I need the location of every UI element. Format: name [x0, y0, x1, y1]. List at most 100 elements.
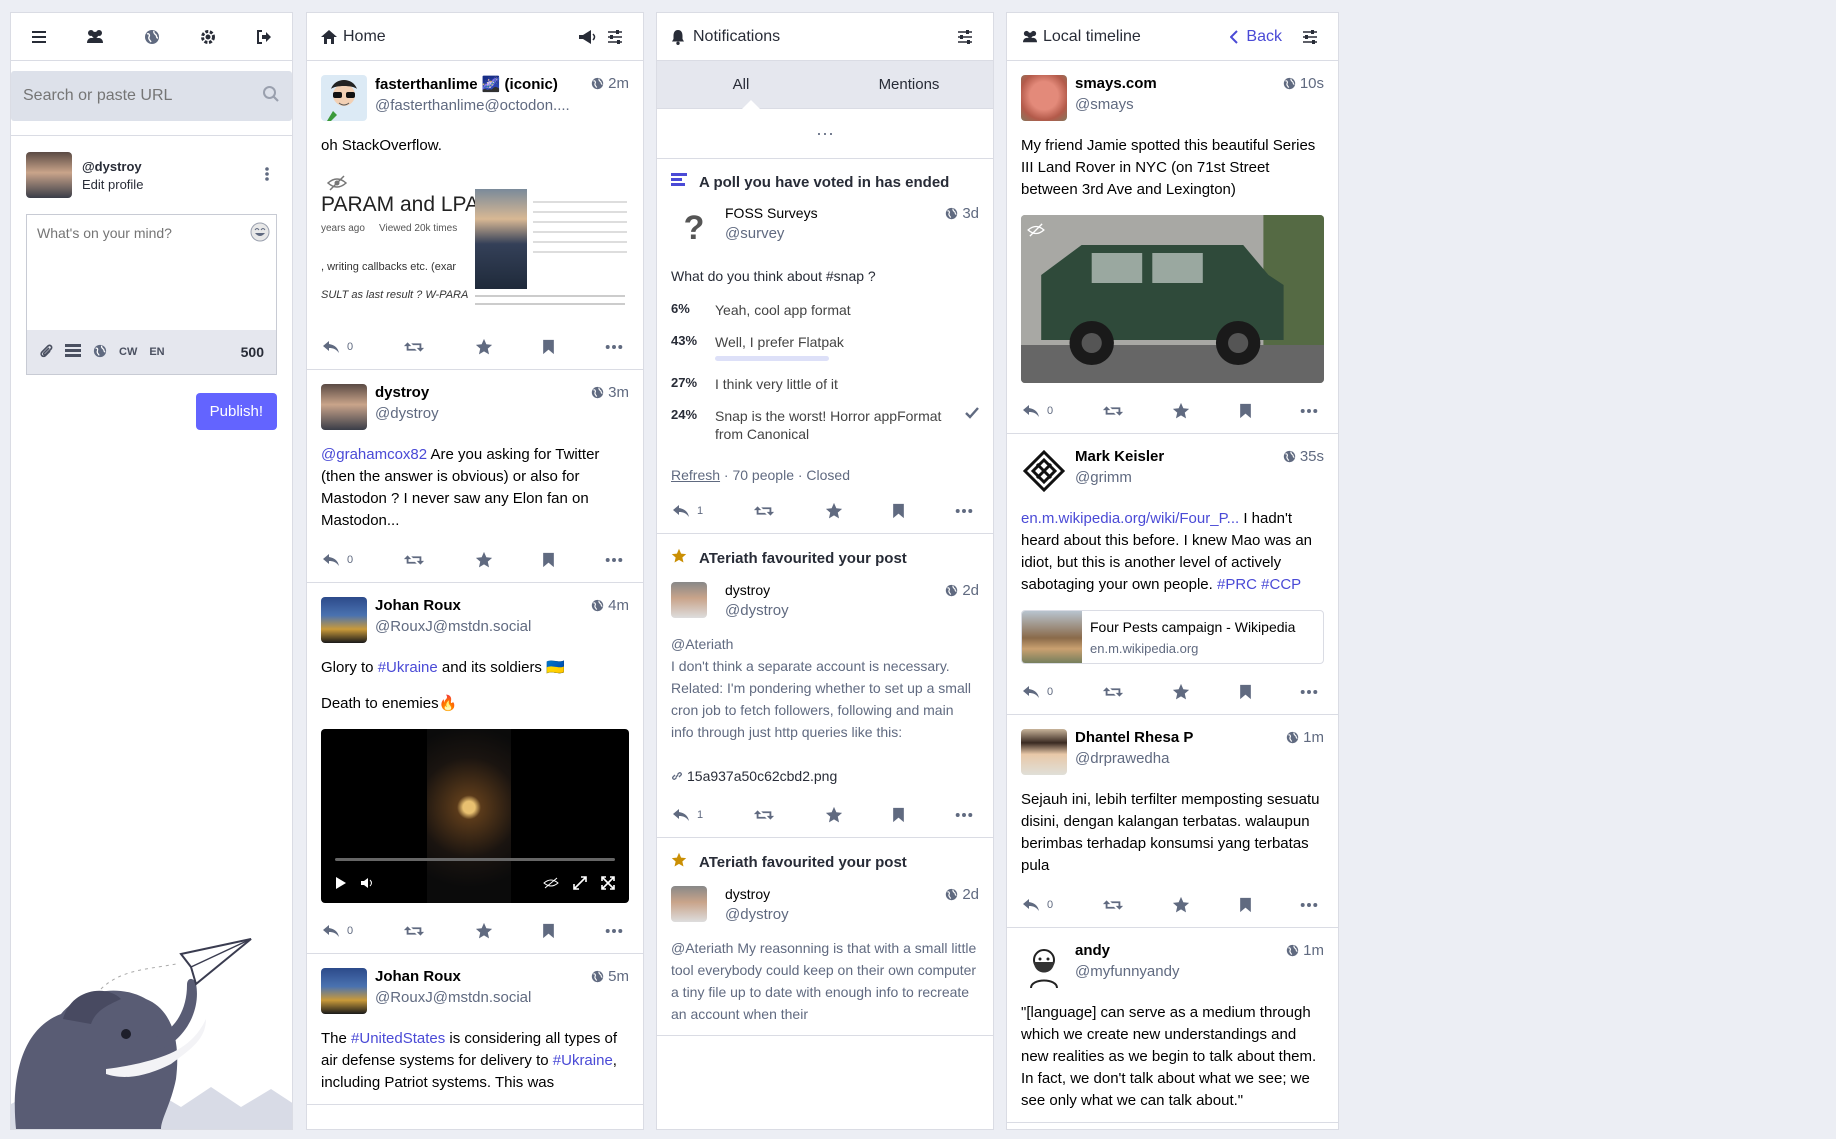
bookmark-button[interactable]	[892, 503, 905, 519]
favourite-button[interactable]	[1172, 402, 1190, 420]
column-title[interactable]: Local timeline	[1043, 28, 1230, 46]
reply-button[interactable]: 0	[321, 339, 353, 355]
search-input[interactable]	[23, 87, 262, 105]
hide-media-icon[interactable]	[1027, 223, 1045, 242]
back-button[interactable]: Back	[1230, 28, 1282, 46]
attachment-link[interactable]: 15a937a50c62cbd2.png	[671, 765, 979, 787]
avatar[interactable]	[321, 968, 367, 1014]
favourite-button[interactable]	[475, 551, 493, 569]
poll-icon[interactable]	[65, 343, 81, 361]
mention-link[interactable]: @grahamcox82	[321, 446, 427, 463]
column-title[interactable]: Home	[343, 28, 573, 46]
hide-media-icon[interactable]	[326, 175, 348, 196]
load-more-button[interactable]: ···	[657, 109, 993, 159]
bookmark-button[interactable]	[892, 807, 905, 823]
boost-button[interactable]	[753, 503, 775, 519]
boost-button[interactable]	[1102, 897, 1124, 913]
volume-icon[interactable]	[361, 876, 375, 894]
account-handle[interactable]: @smays	[1075, 96, 1324, 113]
status[interactable]: dystroy @dystroy 3m @grahamcox82 Are you…	[307, 370, 643, 583]
language-button[interactable]: EN	[149, 346, 164, 358]
column-title[interactable]: Notifications	[693, 28, 951, 46]
account-handle[interactable]: @fasterthanlime@octodon....	[375, 97, 629, 114]
status[interactable]: Dhantel Rhesa P @drprawedha 1m Sejauh in…	[1007, 715, 1338, 928]
boost-button[interactable]	[1102, 684, 1124, 700]
account-handle[interactable]: @dystroy	[375, 405, 629, 422]
media-image[interactable]: PARAM and LPA years ago Viewed 20k times…	[321, 171, 629, 319]
account-handle[interactable]: @RouxJ@mstdn.social	[375, 989, 629, 1006]
favourite-button[interactable]	[475, 922, 493, 940]
video-progress-bar[interactable]	[335, 858, 615, 861]
status[interactable]: Mark Keisler @grimm 35s en.m.wikipedia.o…	[1007, 434, 1338, 715]
reply-button[interactable]: 0	[1021, 684, 1053, 700]
boost-button[interactable]	[403, 552, 425, 568]
bookmark-button[interactable]	[1239, 684, 1252, 700]
mention-link[interactable]: @Ateriath	[671, 940, 733, 956]
hashtag-link[interactable]: #UnitedStates	[351, 1030, 445, 1047]
avatar[interactable]	[321, 597, 367, 643]
bookmark-button[interactable]	[542, 552, 555, 568]
more-button[interactable]	[955, 508, 973, 514]
status[interactable]: Johan Roux @RouxJ@mstdn.social 4m Glory …	[307, 583, 643, 954]
publish-button[interactable]: Publish!	[195, 393, 277, 430]
reply-button[interactable]: 1	[671, 807, 703, 823]
avatar[interactable]	[321, 384, 367, 430]
status-timestamp[interactable]: 35s	[1283, 448, 1324, 465]
avatar[interactable]	[1021, 448, 1067, 494]
hashtag-link[interactable]: #Ukraine	[378, 659, 438, 676]
video-player[interactable]	[321, 729, 629, 903]
compose-textarea[interactable]	[27, 215, 276, 325]
display-name[interactable]: dystroy	[725, 886, 979, 902]
reply-button[interactable]: 1	[671, 503, 703, 519]
edit-profile-link[interactable]: Edit profile	[82, 177, 143, 192]
avatar[interactable]	[321, 75, 367, 121]
tab-all[interactable]: All	[657, 61, 825, 108]
display-name[interactable]: dystroy	[725, 582, 979, 598]
bookmark-button[interactable]	[1239, 403, 1252, 419]
people-icon[interactable]	[67, 13, 123, 60]
more-button[interactable]	[1300, 408, 1318, 414]
favourite-button[interactable]	[1172, 896, 1190, 914]
more-button[interactable]	[955, 812, 973, 818]
announcements-icon[interactable]	[573, 29, 601, 45]
status[interactable]: smays.com @smays 10s My friend Jamie spo…	[1007, 61, 1338, 434]
account-handle[interactable]: @drprawedha	[1075, 750, 1324, 767]
status[interactable]: Johan Roux @RouxJ@mstdn.social 5m The #U…	[307, 954, 643, 1105]
status-timestamp[interactable]: 10s	[1283, 75, 1324, 92]
boost-button[interactable]	[1102, 403, 1124, 419]
bookmark-button[interactable]	[542, 923, 555, 939]
kebab-menu-icon[interactable]	[265, 166, 269, 185]
favourite-notification[interactable]: ATeriath favourited your post dystroy @d…	[657, 838, 993, 1036]
mention-link[interactable]: @Ateriath	[671, 633, 979, 655]
status-timestamp[interactable]: 1m	[1286, 729, 1324, 746]
avatar[interactable]: ?	[671, 205, 717, 251]
account-handle[interactable]: @myfunnyandy	[1075, 963, 1324, 980]
favourite-notification[interactable]: ATeriath favourited your post dystroy @d…	[657, 534, 993, 838]
boost-button[interactable]	[403, 923, 425, 939]
gear-icon[interactable]	[180, 13, 236, 60]
favourite-button[interactable]	[1172, 683, 1190, 701]
account-handle[interactable]: @RouxJ@mstdn.social	[375, 618, 629, 635]
reply-button[interactable]: 0	[1021, 403, 1053, 419]
bookmark-button[interactable]	[542, 339, 555, 355]
tab-mentions[interactable]: Mentions	[825, 61, 993, 108]
logout-icon[interactable]	[236, 13, 292, 60]
poll-notification[interactable]: A poll you have voted in has ended ? FOS…	[657, 159, 993, 534]
status-timestamp[interactable]: 4m	[591, 597, 629, 614]
menu-icon[interactable]	[11, 13, 67, 60]
avatar[interactable]	[671, 886, 707, 922]
favourite-button[interactable]	[475, 338, 493, 356]
display-name[interactable]: FOSS Surveys	[725, 205, 979, 221]
status-timestamp[interactable]: 2d	[945, 582, 979, 599]
more-button[interactable]	[605, 928, 623, 934]
more-button[interactable]	[605, 557, 623, 563]
more-button[interactable]	[1300, 689, 1318, 695]
hashtag-link[interactable]: #CCP	[1261, 576, 1301, 593]
column-settings-icon[interactable]	[601, 30, 629, 44]
fullscreen-icon[interactable]	[601, 875, 615, 895]
play-icon[interactable]	[335, 876, 347, 895]
globe-icon[interactable]	[123, 13, 179, 60]
column-settings-icon[interactable]	[951, 30, 979, 44]
media-image[interactable]	[1021, 215, 1324, 383]
status-timestamp[interactable]: 5m	[591, 968, 629, 985]
